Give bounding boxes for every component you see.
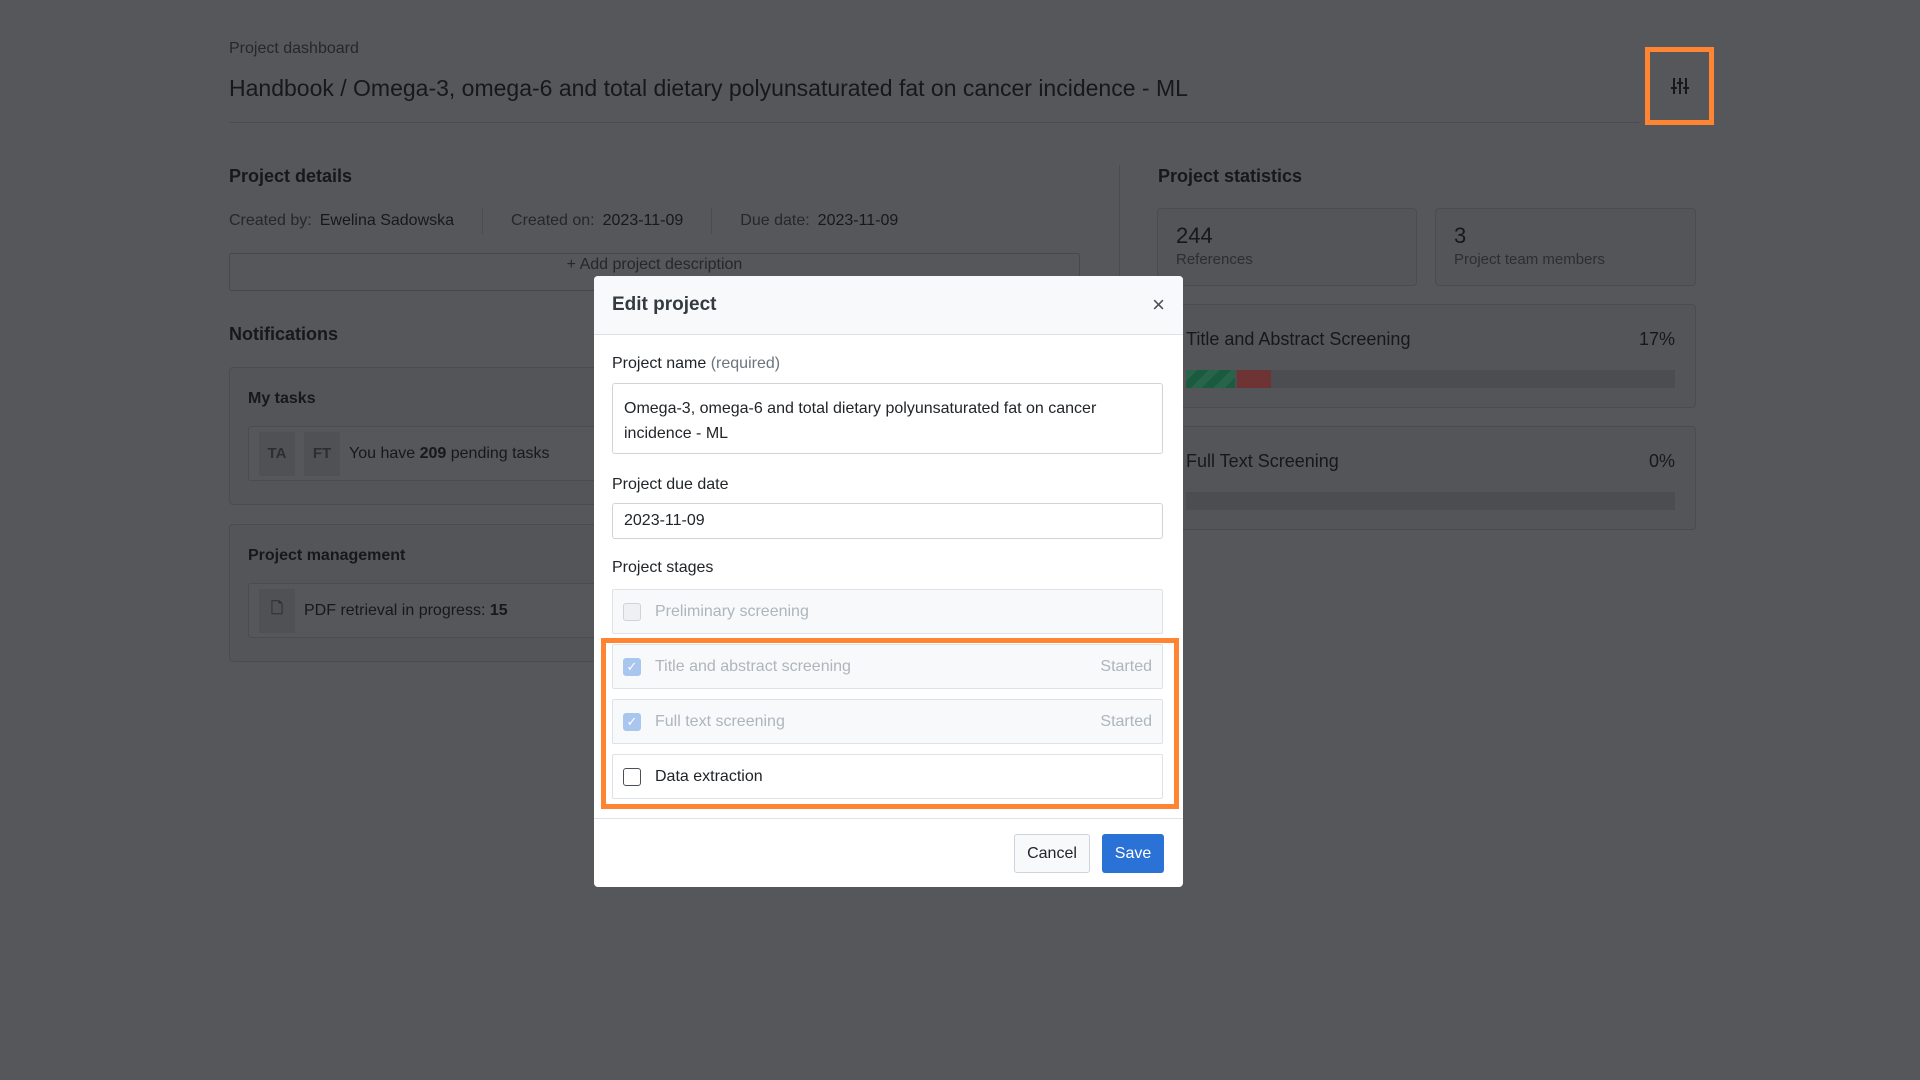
- stage-progress-card[interactable]: Title and Abstract Screening 17%: [1157, 304, 1696, 408]
- tag-ta: TA: [259, 431, 295, 476]
- divider: [229, 122, 1639, 123]
- members-stat: 3 Project team members: [1435, 208, 1696, 286]
- modal-title: Edit project: [612, 294, 717, 315]
- progress-bar: [1186, 492, 1675, 510]
- stage-percent: 17%: [1638, 329, 1675, 349]
- references-count: 244: [1176, 223, 1213, 248]
- stage-percent: 0%: [1648, 451, 1675, 471]
- pdf-text: PDF retrieval in progress:: [304, 601, 486, 619]
- due-date: 2023-11-09: [817, 212, 899, 229]
- highlight-box: [1645, 47, 1714, 125]
- excluded-segment: [1236, 370, 1272, 388]
- members-count: 3: [1454, 223, 1467, 248]
- tasks-count: 209: [419, 444, 447, 462]
- progress-bar: [1186, 370, 1675, 388]
- modal-header: Edit project ×: [594, 276, 1183, 335]
- project-name-input[interactable]: Omega-3, omega-6 and total dietary polyu…: [612, 383, 1163, 454]
- breadcrumb: Project dashboard: [229, 40, 359, 57]
- created-on: 2023-11-09: [602, 212, 684, 229]
- stage-name: Full Text Screening: [1186, 451, 1339, 471]
- created-by: Ewelina Sadowska: [319, 212, 455, 229]
- project-details-heading: Project details: [229, 166, 353, 186]
- label-text: Project name: [612, 355, 707, 372]
- tasks-text: You have: [349, 444, 416, 462]
- project-stages-label: Project stages: [612, 559, 714, 576]
- cancel-button[interactable]: Cancel: [1014, 834, 1090, 873]
- references-stat: 244 References: [1157, 208, 1417, 286]
- checkbox: [623, 602, 641, 621]
- due-date-input[interactable]: 2023-11-09: [612, 503, 1163, 539]
- save-button[interactable]: Save: [1102, 834, 1164, 873]
- highlight-box: [601, 638, 1179, 809]
- document-icon: 🗋: [259, 588, 295, 633]
- created-on-label: Created on:: [511, 212, 595, 229]
- stage-label: Preliminary screening: [655, 602, 809, 620]
- stage-preliminary-screening: Preliminary screening: [612, 589, 1163, 634]
- due-date-label: Due date:: [740, 212, 810, 229]
- tasks-text-post: pending tasks: [450, 444, 550, 462]
- stage-progress-card[interactable]: Full Text Screening 0%: [1157, 426, 1696, 530]
- page-title: Handbook / Omega-3, omega-6 and total di…: [229, 75, 1188, 101]
- footer-divider: [594, 818, 1183, 819]
- pdf-count: 15: [489, 601, 508, 619]
- notifications-heading: Notifications: [229, 324, 339, 344]
- created-by-label: Created by:: [229, 212, 312, 229]
- due-date-label: Project due date: [612, 476, 729, 493]
- required-hint: (required): [710, 355, 781, 372]
- stage-name: Title and Abstract Screening: [1186, 329, 1411, 349]
- project-name-label: Project name (required): [612, 355, 780, 373]
- tag-ft: FT: [304, 431, 340, 476]
- members-label: Project team members: [1454, 251, 1605, 268]
- statistics-heading: Project statistics: [1158, 166, 1303, 186]
- references-label: References: [1176, 251, 1253, 268]
- included-segment: [1186, 370, 1235, 388]
- project-meta: Created by: Ewelina Sadowska Created on: 2…: [229, 208, 899, 238]
- close-icon[interactable]: ×: [1152, 292, 1165, 318]
